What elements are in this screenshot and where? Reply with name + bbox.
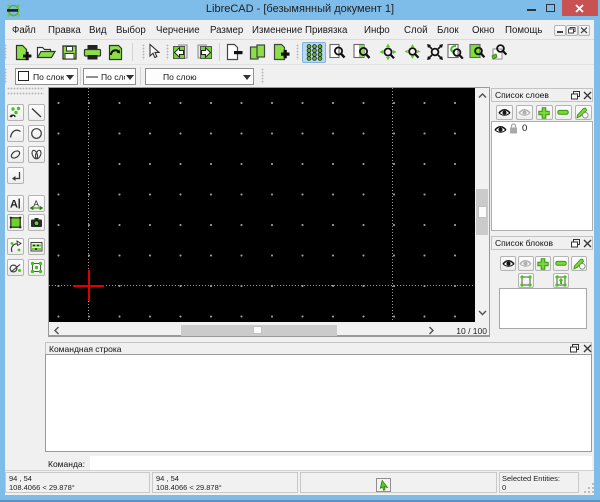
svg-text:A: A	[10, 199, 18, 211]
svg-text:A: A	[33, 199, 39, 209]
